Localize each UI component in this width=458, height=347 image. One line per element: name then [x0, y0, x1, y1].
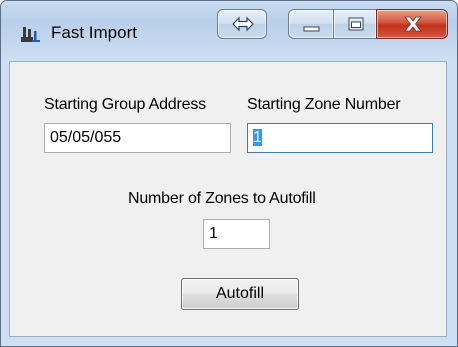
autofill-button[interactable]: Autofill — [181, 278, 299, 310]
starting-group-address-input[interactable]: 05/05/055 — [44, 123, 231, 153]
window-title: Fast Import — [51, 23, 137, 42]
maximize-button[interactable] — [333, 9, 377, 39]
app-import-icon — [21, 25, 41, 43]
close-button[interactable] — [376, 9, 448, 39]
zones-to-autofill-input[interactable]: 1 — [203, 219, 270, 249]
fast-import-window: Fast Import Starting Group Address 05/05… — [0, 0, 458, 347]
zones-to-autofill-label: Number of Zones to Autofill — [128, 190, 316, 207]
starting-zone-number-label: Starting Zone Number — [247, 96, 401, 113]
starting-group-address-value: 05/05/055 — [50, 129, 122, 146]
swap-button[interactable] — [217, 9, 267, 39]
starting-group-address-label: Starting Group Address — [44, 96, 206, 113]
starting-zone-number-input[interactable]: 1 — [247, 123, 433, 153]
starting-zone-number-value: 1 — [253, 129, 262, 146]
title-bar[interactable]: Fast Import — [1, 1, 457, 61]
zones-to-autofill-value: 1 — [209, 225, 218, 242]
dialog-client-area: Starting Group Address 05/05/055 Startin… — [9, 61, 447, 337]
minimize-button[interactable] — [288, 9, 334, 39]
